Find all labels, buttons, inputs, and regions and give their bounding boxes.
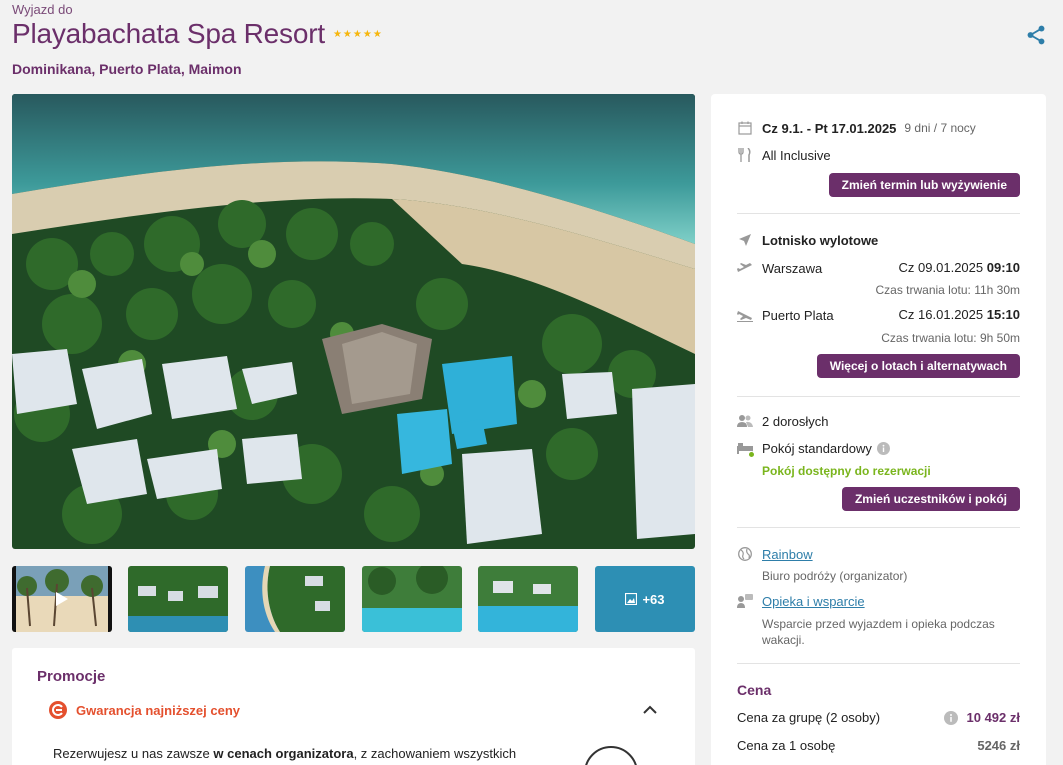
promotions-section: Promocje Gwarancja najniższej ceny Rezer… [12,648,695,765]
group-price-label: Cena za grupę (2 osoby) [737,710,881,725]
booking-summary-panel: Cz 9.1. - Pt 17.01.2025 9 dni / 7 nocy A… [711,94,1046,765]
chevron-up-icon[interactable] [642,702,658,718]
trip-duration: 9 dni / 7 nocy [904,121,976,135]
outbound-datetime: Cz 09.01.2025 09:10 [898,260,1020,275]
info-icon[interactable] [876,441,890,455]
image-icon [625,593,638,605]
thumbnail-strip: +63 [12,566,695,632]
lowest-price-guarantee-toggle[interactable]: Gwarancja najniższej ceny [48,700,240,720]
board-type: All Inclusive [762,147,831,163]
price-guarantee-icon [49,701,67,719]
share-icon[interactable] [1025,24,1047,46]
inbound-city: Puerto Plata [762,307,834,323]
star-icon: ★ [332,29,342,40]
travelers-row: 2 dorosłych [737,413,828,429]
more-photos-count: +63 [642,591,665,607]
travelers-count: 2 dorosłych [762,413,829,429]
support-row: Opieka i wsparcie [737,593,865,609]
room-type: Pokój standardowy [762,440,872,456]
star-rating: ★ ★ ★ ★ ★ [333,30,382,40]
star-icon: ★ [362,29,372,40]
people-icon [737,413,753,429]
bed-icon [737,440,755,458]
promotion-description: Rezerwujesz u nas zawsze w cenach organi… [53,746,517,761]
star-icon: ★ [372,29,382,40]
plane-takeoff-icon [737,260,753,276]
support-link[interactable]: Opieka i wsparcie [762,594,865,609]
globe-icon [737,546,753,562]
guarantee-seal [584,746,638,765]
promotions-title: Promocje [37,668,106,685]
plane-landing-icon [737,307,753,323]
organizer-link[interactable]: Rainbow [762,547,813,562]
room-row: Pokój standardowy [737,440,890,458]
support-chat-icon [737,593,753,609]
navigation-arrow-icon [737,232,753,248]
gallery-thumbnail[interactable] [478,566,578,632]
gallery-thumbnail[interactable] [128,566,228,632]
organizer-description: Biuro podróży (organizator) [762,569,908,583]
price-info-icon[interactable] [943,710,958,725]
gallery-thumbnail[interactable] [245,566,345,632]
change-date-button[interactable]: Zmień termin lub wyżywienie [828,173,1020,197]
price-heading: Cena [737,682,772,698]
inbound-flight-row: Puerto Plata [737,307,834,323]
hotel-title: Playabachata Spa Resort [12,18,325,49]
board-row: All Inclusive [737,147,831,163]
more-photos-button[interactable]: +63 [595,566,695,632]
trip-dates: Cz 9.1. - Pt 17.01.2025 [762,120,897,136]
inbound-flight-time: Czas trwania lotu: 9h 50m [881,331,1020,345]
person-price: 5246 zł [977,738,1020,753]
pre-title: Wyjazd do [12,2,73,17]
main-hotel-photo[interactable] [12,94,695,549]
outbound-flight-row: Warszawa [737,260,822,276]
inbound-datetime: Cz 16.01.2025 15:10 [898,307,1020,322]
calendar-icon [737,120,753,136]
outbound-city: Warszawa [762,260,823,276]
gallery-thumbnail[interactable] [362,566,462,632]
star-icon: ★ [342,29,352,40]
person-price-label: Cena za 1 osobę [737,738,836,753]
star-icon: ★ [352,29,362,40]
available-dot [748,451,755,458]
video-thumbnail[interactable] [12,566,112,632]
hotel-location: Dominikana, Puerto Plata, Maimon [12,61,242,77]
organizer-row: Rainbow [737,546,813,562]
more-flights-button[interactable]: Więcej o lotach i alternatywach [816,354,1020,378]
lowest-price-guarantee-label: Gwarancja najniższej ceny [76,702,241,718]
outbound-flight-time: Czas trwania lotu: 11h 30m [875,283,1020,297]
change-travelers-button[interactable]: Zmień uczestników i pokój [841,487,1020,511]
airport-heading: Lotnisko wylotowe [762,232,879,248]
group-price-row: 10 492 zł [943,710,1021,725]
room-availability: Pokój dostępny do rezerwacji [762,464,931,478]
cutlery-icon [737,147,753,163]
airport-heading-row: Lotnisko wylotowe [737,232,878,248]
support-description: Wsparcie przed wyjazdem i opieka podczas… [762,617,995,647]
group-price: 10 492 zł [966,710,1021,725]
date-row: Cz 9.1. - Pt 17.01.2025 9 dni / 7 nocy [737,120,976,136]
